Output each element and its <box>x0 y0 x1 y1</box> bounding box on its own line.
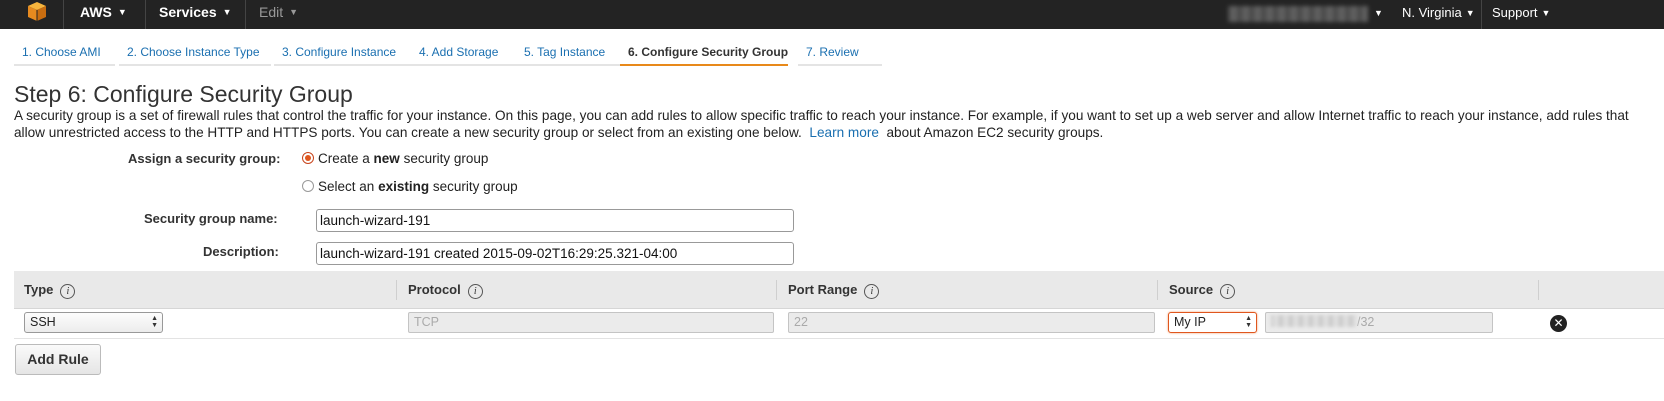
chevron-down-icon: ▼ <box>1541 8 1551 18</box>
tab-configure-security-group[interactable]: 6. Configure Security Group <box>620 41 788 66</box>
tab-tag-instance[interactable]: 5. Tag Instance <box>516 41 622 66</box>
port-range-value: 22 <box>794 315 808 329</box>
security-group-name-input[interactable] <box>316 209 794 232</box>
nav-divider <box>1481 0 1482 29</box>
table-header: Type i Protocol i Port Range i Source i <box>14 271 1664 309</box>
column-header-protocol: Protocol i <box>408 282 483 299</box>
ip-address-redacted <box>1271 315 1357 327</box>
tab-configure-instance[interactable]: 3. Configure Instance <box>274 41 411 66</box>
column-header-type: Type i <box>24 282 76 299</box>
cidr-suffix: /32 <box>1357 315 1375 329</box>
learn-more-link[interactable]: Learn more <box>809 125 879 140</box>
option-new-bold: new <box>373 151 400 166</box>
nav-divider <box>63 0 64 29</box>
nav-divider <box>145 0 146 29</box>
services-menu-label: Services <box>159 4 217 20</box>
info-icon[interactable]: i <box>1220 284 1236 299</box>
select-updown-icon: ▲ ▼ <box>151 315 158 329</box>
support-menu[interactable]: Support ▼ <box>1492 5 1550 20</box>
assign-security-group-label: Assign a security group: <box>128 151 281 166</box>
port-range-input: 22 <box>788 312 1155 333</box>
top-nav-bar: AWS ▼ Services ▼ Edit ▼ ▼ N. Virginia ▼ Supp… <box>0 0 1664 29</box>
support-label: Support <box>1492 5 1538 20</box>
page-title: Step 6: Configure Security Group <box>14 81 353 107</box>
option-existing-suffix: security group <box>432 179 518 194</box>
column-header-source: Source i <box>1169 282 1236 299</box>
account-name-redacted[interactable] <box>1228 6 1368 22</box>
radio-button-selected[interactable] <box>302 152 314 164</box>
column-header-label: Port Range <box>788 282 858 297</box>
table-row: SSH ▲ ▼ TCP 22 My IP ▲ ▼ /32 ✕ <box>14 309 1664 339</box>
aws-menu[interactable]: AWS ▼ <box>80 4 127 20</box>
services-menu[interactable]: Services ▼ <box>159 4 232 20</box>
account-menu-caret-icon[interactable]: ▼ <box>1374 8 1383 18</box>
protocol-input: TCP <box>408 312 774 333</box>
intro-tail-text: about Amazon EC2 security groups. <box>886 125 1104 140</box>
source-cidr-input: /32 <box>1265 312 1493 333</box>
region-menu[interactable]: N. Virginia ▼ <box>1402 5 1475 20</box>
option-new-prefix: Create a <box>318 151 370 166</box>
chevron-down-icon: ▼ <box>289 7 299 17</box>
inbound-rules-table: Type i Protocol i Port Range i Source i SSH … <box>14 271 1664 339</box>
region-label: N. Virginia <box>1402 5 1462 20</box>
column-divider <box>776 280 777 300</box>
column-header-label: Type <box>24 282 54 297</box>
protocol-value: TCP <box>414 315 439 329</box>
column-divider <box>1157 280 1158 300</box>
chevron-down-icon: ▼ <box>117 7 127 17</box>
nav-divider <box>245 0 246 29</box>
select-updown-icon: ▲ ▼ <box>1245 315 1252 329</box>
edit-menu[interactable]: Edit ▼ <box>259 4 298 20</box>
type-select-value: SSH <box>30 315 56 329</box>
type-select[interactable]: SSH ▲ ▼ <box>24 312 163 333</box>
tab-choose-ami[interactable]: 1. Choose AMI <box>14 41 115 66</box>
chevron-down-icon: ▼ <box>1465 8 1475 18</box>
source-select[interactable]: My IP ▲ ▼ <box>1168 312 1257 333</box>
column-header-label: Source <box>1169 282 1214 297</box>
chevron-down-icon: ▼ <box>222 7 232 17</box>
column-header-label: Protocol <box>408 282 461 297</box>
page-description: A security group is a set of firewall ru… <box>14 107 1654 141</box>
tab-review[interactable]: 7. Review <box>798 41 882 66</box>
info-icon[interactable]: i <box>864 284 880 299</box>
radio-button[interactable] <box>302 180 314 192</box>
aws-cube-icon[interactable] <box>26 0 48 22</box>
security-group-name-label: Security group name: <box>144 211 278 226</box>
edit-menu-label: Edit <box>259 4 284 20</box>
option-existing-prefix: Select an <box>318 179 375 194</box>
add-rule-button[interactable]: Add Rule <box>15 344 101 375</box>
description-label: Description: <box>203 244 279 259</box>
description-input[interactable] <box>316 242 794 265</box>
option-existing-bold: existing <box>378 179 430 194</box>
column-divider <box>396 280 397 300</box>
info-icon[interactable]: i <box>467 284 483 299</box>
info-icon[interactable]: i <box>60 284 76 299</box>
radio-create-new-group[interactable]: Create a new security group <box>302 151 488 166</box>
aws-menu-label: AWS <box>80 4 112 20</box>
source-select-value: My IP <box>1174 315 1206 329</box>
column-header-port-range: Port Range i <box>788 282 880 299</box>
radio-select-existing-group[interactable]: Select an existing security group <box>302 179 518 194</box>
remove-rule-icon[interactable]: ✕ <box>1550 315 1567 332</box>
option-new-suffix: security group <box>403 151 489 166</box>
tab-add-storage[interactable]: 4. Add Storage <box>411 41 516 66</box>
tab-choose-instance-type[interactable]: 2. Choose Instance Type <box>119 41 271 66</box>
column-divider <box>1538 280 1539 300</box>
